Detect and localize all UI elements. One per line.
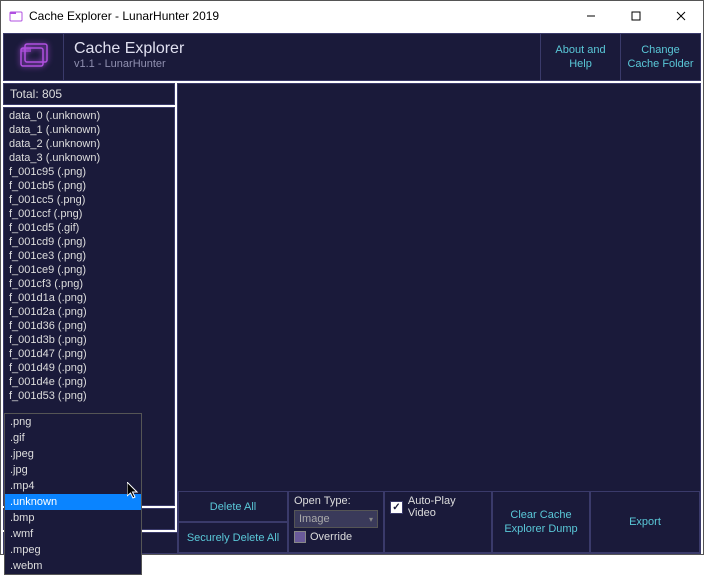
open-type-label: Open Type:	[294, 495, 378, 507]
header-logo	[4, 34, 64, 80]
delete-actions: Delete All Securely Delete All	[178, 491, 288, 553]
bottom-toolbar: Delete All Securely Delete All Open Type…	[178, 491, 700, 553]
override-checkbox-row[interactable]: Override	[294, 531, 378, 543]
override-label: Override	[310, 531, 352, 543]
list-item[interactable]: f_001d1a (.png)	[5, 291, 173, 305]
dropdown-option[interactable]: .mpeg	[5, 542, 141, 558]
dropdown-option[interactable]: .jpeg	[5, 446, 141, 462]
list-item[interactable]: f_001ce3 (.png)	[5, 249, 173, 263]
filter-dropdown-list[interactable]: .png.gif.jpeg.jpg.mp4.unknown.bmp.wmf.mp…	[4, 413, 142, 575]
dropdown-option[interactable]: .png	[5, 414, 141, 430]
open-type-select[interactable]: Image ▾	[294, 510, 378, 528]
chevron-down-icon: ▾	[369, 515, 373, 524]
app-title: Cache Explorer	[74, 40, 530, 58]
list-item[interactable]: data_3 (.unknown)	[5, 151, 173, 165]
minimize-button[interactable]	[568, 1, 613, 31]
list-item[interactable]: f_001d2a (.png)	[5, 305, 173, 319]
list-item[interactable]: f_001cf3 (.png)	[5, 277, 173, 291]
list-item[interactable]: f_001d36 (.png)	[5, 319, 173, 333]
delete-all-button[interactable]: Delete All	[178, 491, 288, 522]
list-item[interactable]: f_001cb5 (.png)	[5, 179, 173, 193]
app-window: Cache Explorer - LunarHunter 2019 Cache …	[0, 0, 704, 555]
change-cache-folder-button[interactable]: Change Cache Folder	[620, 34, 700, 80]
dropdown-option[interactable]: .gif	[5, 430, 141, 446]
window-controls	[568, 1, 703, 31]
dropdown-option[interactable]: .unknown	[5, 494, 141, 510]
preview-canvas	[178, 84, 700, 491]
securely-delete-all-button[interactable]: Securely Delete All	[178, 522, 288, 553]
preview-pane: Delete All Securely Delete All Open Type…	[177, 83, 701, 554]
list-item[interactable]: f_001ce9 (.png)	[5, 263, 173, 277]
dropdown-option[interactable]: .wmf	[5, 526, 141, 542]
list-item[interactable]: f_001cd9 (.png)	[5, 235, 173, 249]
dropdown-option[interactable]: .webm	[5, 558, 141, 574]
close-button[interactable]	[658, 1, 703, 31]
dropdown-option[interactable]: .mp4	[5, 478, 141, 494]
about-help-button[interactable]: About and Help	[540, 34, 620, 80]
list-item[interactable]: f_001d3b (.png)	[5, 333, 173, 347]
override-checkbox[interactable]	[294, 531, 306, 543]
dropdown-option[interactable]: .jpg	[5, 462, 141, 478]
export-button[interactable]: Export	[590, 491, 700, 553]
app-subtitle: v1.1 - LunarHunter	[74, 58, 530, 70]
list-item[interactable]: data_1 (.unknown)	[5, 123, 173, 137]
list-item[interactable]: f_001ccf (.png)	[5, 207, 173, 221]
total-count: Total: 805	[3, 83, 175, 105]
list-item[interactable]: f_001cc5 (.png)	[5, 193, 173, 207]
maximize-button[interactable]	[613, 1, 658, 31]
window-title: Cache Explorer - LunarHunter 2019	[29, 9, 568, 23]
list-item[interactable]: f_001d4e (.png)	[5, 375, 173, 389]
header-bar: Cache Explorer v1.1 - LunarHunter About …	[3, 33, 701, 81]
list-item[interactable]: data_0 (.unknown)	[5, 109, 173, 123]
clear-cache-button[interactable]: Clear Cache Explorer Dump	[492, 491, 590, 553]
open-type-panel: Open Type: Image ▾ Override	[288, 491, 384, 553]
list-item[interactable]: f_001c95 (.png)	[5, 165, 173, 179]
autoplay-panel: ✓ Auto-Play Video	[384, 491, 492, 553]
header-title-block: Cache Explorer v1.1 - LunarHunter	[64, 34, 540, 80]
autoplay-checkbox-row[interactable]: ✓ Auto-Play Video	[390, 495, 486, 519]
autoplay-checkbox[interactable]: ✓	[390, 501, 403, 514]
app-icon	[9, 9, 23, 23]
open-type-value: Image	[299, 513, 330, 525]
list-item[interactable]: data_2 (.unknown)	[5, 137, 173, 151]
dropdown-option[interactable]: .bmp	[5, 510, 141, 526]
list-item[interactable]: f_001d49 (.png)	[5, 361, 173, 375]
list-item[interactable]: f_001cd5 (.gif)	[5, 221, 173, 235]
list-item[interactable]: f_001d53 (.png)	[5, 389, 173, 403]
titlebar: Cache Explorer - LunarHunter 2019	[1, 1, 703, 31]
autoplay-label: Auto-Play Video	[408, 495, 486, 519]
list-item[interactable]: f_001d47 (.png)	[5, 347, 173, 361]
